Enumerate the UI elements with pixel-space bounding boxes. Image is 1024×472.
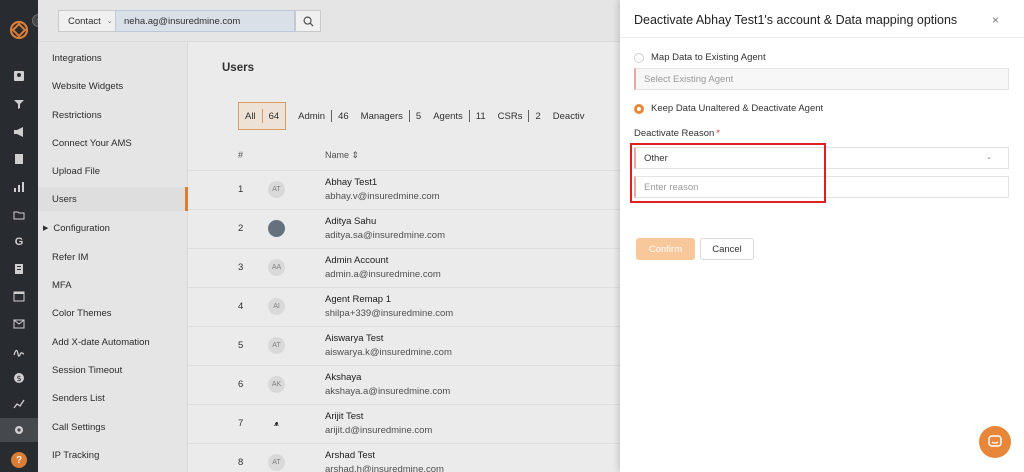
chevron-down-icon: ⌄ — [986, 154, 992, 161]
drawer-title: Deactivate Abhay Test1's account & Data … — [634, 13, 958, 27]
radio-map-data[interactable]: Map Data to Existing Agent — [634, 52, 766, 63]
chat-launcher-button[interactable] — [979, 426, 1011, 458]
highlight-box — [630, 143, 826, 203]
deactivate-user-drawer: Deactivate Abhay Test1's account & Data … — [620, 0, 1024, 472]
modal-backdrop[interactable] — [0, 0, 620, 472]
close-icon[interactable]: × — [992, 13, 999, 27]
radio-checked-icon[interactable] — [634, 103, 644, 114]
confirm-button[interactable]: Confirm — [636, 238, 695, 260]
cancel-button[interactable]: Cancel — [700, 238, 754, 260]
radio-keep-data[interactable]: Keep Data Unaltered & Deactivate Agent — [634, 103, 823, 114]
select-existing-agent[interactable]: Select Existing Agent — [634, 68, 1009, 90]
radio-unchecked-icon[interactable] — [634, 52, 644, 63]
chat-icon — [988, 435, 1002, 447]
deactivate-reason-label: Deactivate Reason * — [634, 128, 720, 139]
divider — [620, 37, 1024, 38]
